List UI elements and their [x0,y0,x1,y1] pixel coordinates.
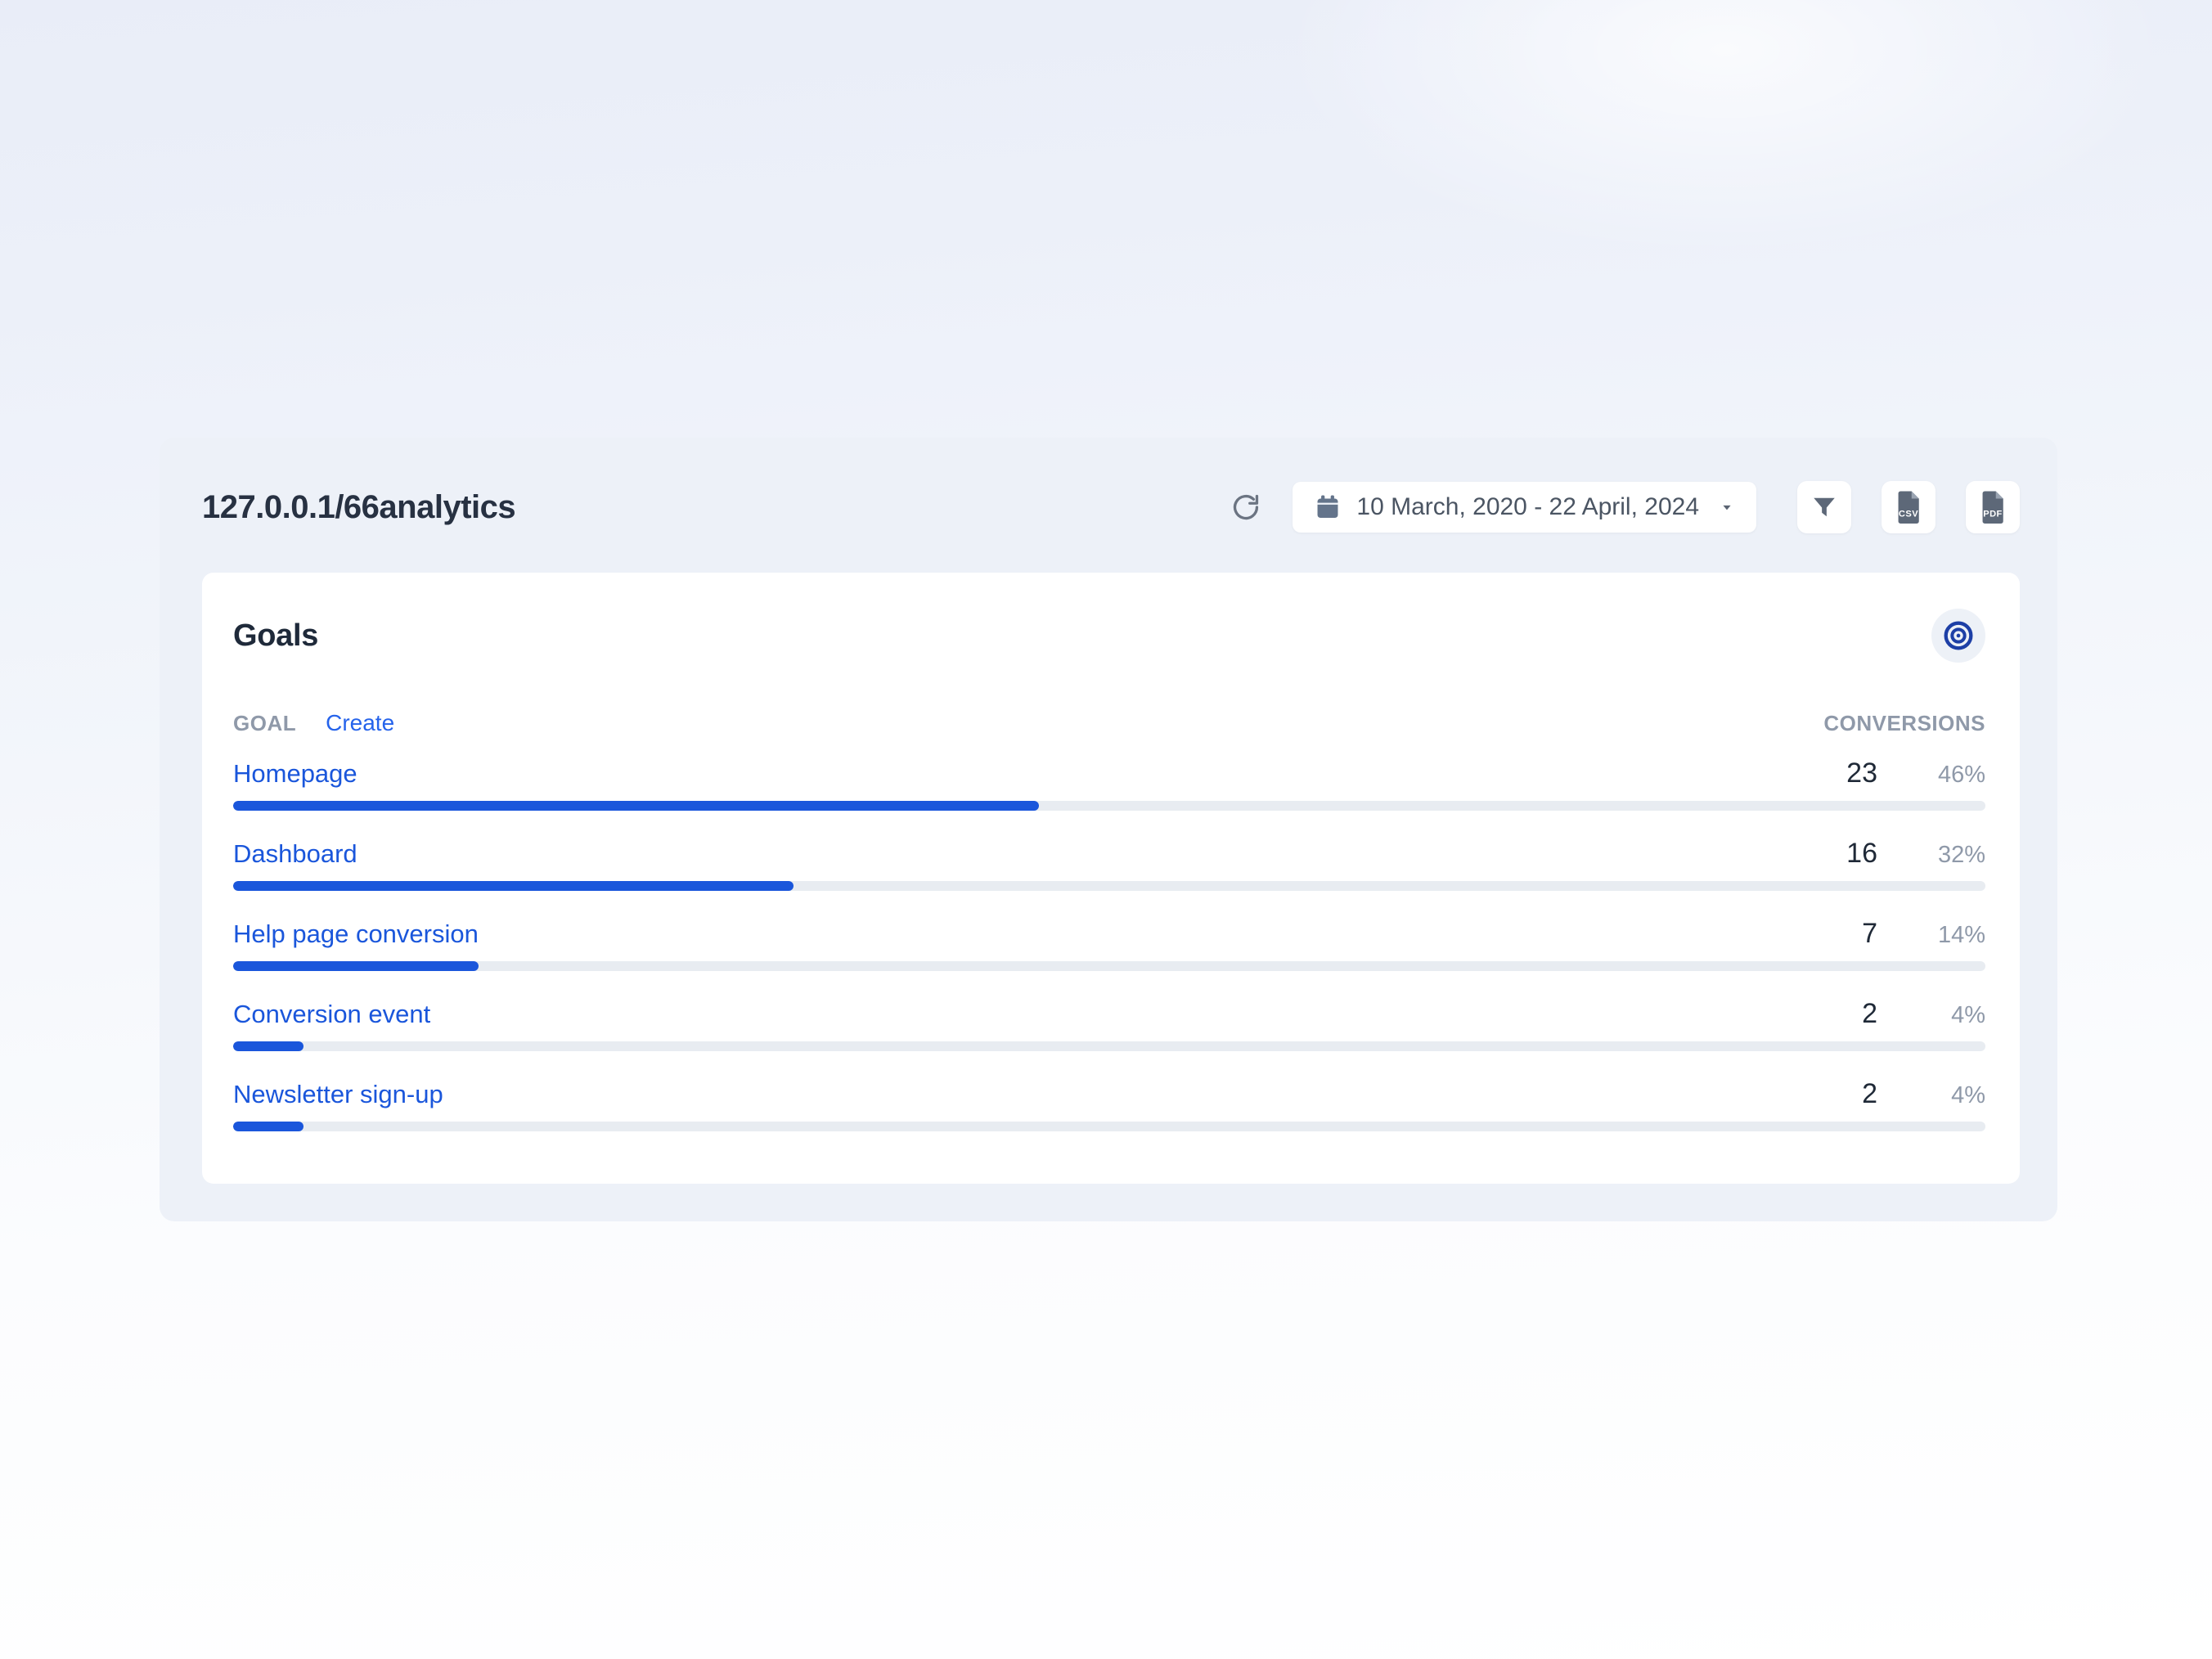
goal-row: Conversion event 2 4% [233,998,1985,1051]
conversions-percent: 46% [1877,762,1985,789]
progress-bar-track [233,881,1985,891]
caret-down-icon [1719,499,1735,515]
date-range-label: 10 March, 2020 - 22 April, 2024 [1356,493,1699,521]
goal-link[interactable]: Help page conversion [233,918,479,951]
analytics-panel: 127.0.0.1/66analytics 10 March, 2020 - 2… [160,438,2057,1221]
goal-column-header: GOAL [233,711,296,736]
goals-table-header: GOAL Create CONVERSIONS [233,710,1985,736]
conversions-percent: 14% [1877,922,1985,949]
goal-link[interactable]: Dashboard [233,838,357,870]
conversions-count: 2 [1796,1078,1877,1110]
export-pdf-button[interactable]: PDF [1966,481,2020,533]
progress-bar-track [233,1122,1985,1131]
goal-link[interactable]: Homepage [233,758,357,790]
refresh-icon [1230,492,1261,523]
goals-card-header: Goals [233,609,1985,663]
progress-bar-fill [233,1122,303,1131]
goals-title: Goals [233,618,318,654]
conversions-count: 16 [1796,838,1877,870]
export-csv-button[interactable]: CSV [1882,481,1936,533]
goals-rows: Homepage 23 46% Dashboard 16 32% [233,758,1985,1131]
csv-export-icon: CSV [1894,490,1923,524]
conversions-column-header: CONVERSIONS [1823,711,1985,736]
goal-row: Help page conversion 7 14% [233,918,1985,971]
filter-icon [1810,492,1839,522]
svg-text:PDF: PDF [1983,509,2003,519]
goal-link[interactable]: Newsletter sign-up [233,1078,443,1111]
goal-header-group: GOAL Create [233,710,394,736]
progress-bar-track [233,801,1985,811]
progress-bar-fill [233,961,479,971]
progress-bar-track [233,1041,1985,1051]
conversions-percent: 4% [1877,1082,1985,1109]
create-goal-link[interactable]: Create [326,710,394,736]
goals-card: Goals GOAL Create CONVERSIONS Homepage [202,573,2020,1184]
panel-header: 127.0.0.1/66analytics 10 March, 2020 - 2… [202,481,2020,533]
goals-target-button[interactable] [1931,609,1985,663]
conversions-count: 7 [1796,918,1877,950]
progress-bar-fill [233,801,1039,811]
conversions-percent: 32% [1877,842,1985,869]
calendar-icon [1314,493,1342,521]
progress-bar-fill [233,1041,303,1051]
target-icon [1942,619,1975,652]
date-range-picker[interactable]: 10 March, 2020 - 22 April, 2024 [1293,482,1756,533]
site-title: 127.0.0.1/66analytics [202,489,515,526]
filter-button[interactable] [1797,481,1851,533]
svg-text:CSV: CSV [1899,509,1918,519]
goal-link[interactable]: Conversion event [233,998,430,1031]
conversions-count: 23 [1796,758,1877,789]
progress-bar-track [233,961,1985,971]
goal-row: Newsletter sign-up 2 4% [233,1078,1985,1131]
header-controls: 10 March, 2020 - 22 April, 2024 CSV [1225,481,2020,533]
refresh-button[interactable] [1225,487,1266,528]
conversions-percent: 4% [1877,1002,1985,1029]
progress-bar-fill [233,881,794,891]
goal-row: Homepage 23 46% [233,758,1985,811]
pdf-export-icon: PDF [1978,490,2007,524]
conversions-count: 2 [1796,998,1877,1030]
goal-row: Dashboard 16 32% [233,838,1985,891]
